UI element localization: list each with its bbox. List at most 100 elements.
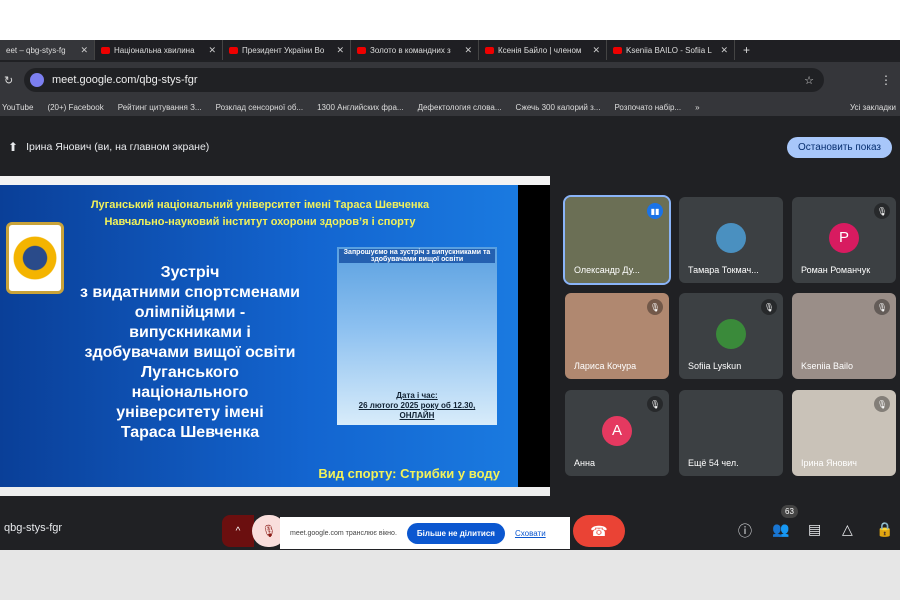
slide-sport: Вид спорту: Стрибки у воду — [318, 466, 500, 481]
participant-name: Тамара Токмач... — [688, 265, 759, 275]
bookmark-item[interactable]: (20+) Facebook — [47, 103, 103, 112]
browser-tab[interactable]: Президент України Во ✕ — [223, 40, 351, 60]
powerpoint-titlebar — [0, 176, 550, 185]
participant-name: Sofiia Lyskun — [688, 361, 742, 371]
participant-name: Лариса Кочура — [574, 361, 637, 371]
slide-header-university: Луганський національний університет імен… — [90, 199, 430, 211]
close-tab-icon[interactable]: ✕ — [80, 45, 88, 56]
browser-tab[interactable]: Національна хвилина ✕ — [95, 40, 223, 60]
toolbar: ↻ meet.google.com/qbg-stys-fgr ☆ ⋮ — [0, 62, 900, 98]
bookmark-item[interactable]: Розпочато набір... — [614, 103, 681, 112]
slide-title-line: Зустріч — [160, 264, 220, 281]
participant-tile[interactable]: 🎙 Sofiia Lyskun — [679, 293, 783, 379]
poster-online: ОНЛАЙН — [399, 411, 435, 420]
reload-icon[interactable]: ↻ — [4, 74, 13, 87]
hide-button[interactable]: Сховати — [515, 529, 546, 538]
site-icon — [30, 73, 44, 87]
participant-tile[interactable]: 🎙 Kseniia Bailo — [792, 293, 896, 379]
youtube-icon — [613, 46, 622, 54]
youtube-icon — [357, 46, 366, 54]
close-tab-icon[interactable]: ✕ — [464, 45, 472, 56]
tab-title: Президент України Во — [242, 45, 325, 55]
speaking-icon: ▮▮ — [647, 203, 663, 219]
stop-sharing-button[interactable]: Більше не ділитися — [406, 522, 505, 544]
bookmark-star-icon[interactable]: ☆ — [804, 74, 814, 87]
mic-off-icon: 🎙 — [647, 396, 663, 412]
present-icon: ⬆ — [8, 140, 19, 154]
bookmark-item[interactable]: Дефектология слова... — [418, 103, 502, 112]
tab-title: eet – qbg-stys-fg — [6, 45, 66, 55]
close-tab-icon[interactable]: ✕ — [208, 45, 216, 56]
participant-tile[interactable]: 🎙 Ірина Янович — [792, 390, 896, 476]
slide-title-line: з видатними спортсменами — [80, 284, 300, 301]
bookmark-item[interactable]: Рейтинг цитування З... — [118, 103, 202, 112]
participant-tile[interactable]: Тамара Токмач... — [679, 197, 783, 283]
chat-icon[interactable]: ▤ — [808, 521, 821, 538]
presentation-banner: ⬆ Ірина Янович (ви, на главном экране) О… — [0, 134, 900, 160]
stop-presenting-button[interactable]: Остановить показ — [787, 137, 892, 158]
audio-options-button[interactable]: ^ — [222, 515, 254, 547]
info-icon[interactable]: ⓘ — [738, 521, 752, 541]
participant-name: Kseniia Bailo — [801, 361, 854, 371]
bookmark-item[interactable]: Сжечь 300 калорий з... — [516, 103, 601, 112]
participant-tile[interactable]: A 🎙 Анна — [565, 390, 669, 476]
sharing-popup: meet.google.com транслює вікно. Більше н… — [280, 517, 570, 549]
close-tab-icon[interactable]: ✕ — [592, 45, 600, 56]
slide-title-line: здобувачами вищої освіти — [84, 344, 296, 361]
slide: Луганський національний університет імен… — [0, 185, 518, 487]
new-tab-button[interactable]: + — [743, 43, 750, 57]
participant-tile[interactable]: P 🎙 Роман Романчук — [792, 197, 896, 283]
avatar: A — [602, 415, 632, 446]
mic-off-icon: 🎙 — [874, 299, 890, 315]
menu-icon[interactable]: ⋮ — [880, 73, 892, 87]
activities-icon[interactable]: △ — [842, 521, 853, 538]
sharing-text: meet.google.com транслює вікно. — [290, 529, 397, 537]
participant-name: Ірина Янович — [801, 458, 857, 468]
participant-name: Ещё 54 чел. — [688, 458, 739, 468]
slide-title-line: випускниками і — [129, 324, 251, 341]
close-tab-icon[interactable]: ✕ — [720, 45, 728, 56]
poster-datetime: 26 лютого 2025 року об 12.30, — [358, 401, 476, 410]
close-tab-icon[interactable]: ✕ — [336, 45, 344, 56]
tab-title: Золото в командних з — [370, 45, 451, 55]
browser-window: eet – qbg-stys-fg ✕ Національна хвилина ✕ Пр… — [0, 40, 900, 550]
avatar: P — [829, 222, 859, 253]
university-logo — [6, 222, 64, 294]
people-icon[interactable]: 👥 — [772, 521, 789, 538]
bookmark-item[interactable]: Розклад сенсорної об... — [216, 103, 303, 112]
youtube-icon — [485, 46, 494, 54]
poster-date-label: Дата і час: — [396, 391, 438, 400]
leave-call-button[interactable]: ☎ — [573, 515, 625, 547]
meet-controls: qbg-stys-fgr ^ 🎙 meet.google.com транслю… — [0, 505, 900, 550]
participant-name: Роман Романчук — [801, 265, 871, 275]
youtube-icon — [101, 46, 110, 54]
bookmark-item[interactable]: » — [695, 103, 699, 112]
slide-title-line: Тараса Шевченка — [120, 424, 260, 441]
mic-off-icon: 🎙 — [874, 396, 890, 412]
address-bar[interactable]: meet.google.com/qbg-stys-fgr ☆ — [24, 68, 824, 92]
browser-tab[interactable]: Золото в командних з ✕ — [351, 40, 479, 60]
mic-off-icon: 🎙 — [647, 299, 663, 315]
avatar — [716, 222, 746, 253]
poster-title: Запрошуємо на зустріч з випускниками та … — [339, 249, 495, 263]
browser-tab[interactable]: Ксенія Байло | членом ✕ — [479, 40, 607, 60]
participant-tile[interactable]: 🎙 Лариса Кочура — [565, 293, 669, 379]
mic-off-icon: 🎙 — [874, 203, 890, 219]
bookmark-item[interactable]: 1300 Английских фра... — [317, 103, 403, 112]
slide-header-institute: Навчально-науковий інститут охорони здор… — [104, 216, 416, 228]
slide-title-line: олімпійцями - — [134, 304, 246, 321]
desktop-background — [0, 550, 900, 600]
participant-tile[interactable]: ▮▮ Олександр Ду... — [563, 195, 671, 285]
browser-tab[interactable]: Kseniia BAILO - Sofiia L ✕ — [607, 40, 735, 60]
participant-name: Анна — [574, 458, 595, 468]
avatar — [716, 318, 746, 349]
powerpoint-statusbar — [0, 487, 550, 496]
browser-tab[interactable]: eet – qbg-stys-fg ✕ — [0, 40, 95, 60]
meeting-code: qbg-stys-fgr — [4, 522, 63, 534]
host-controls-icon[interactable]: 🔒 — [876, 521, 893, 538]
bookmark-item[interactable]: Усі закладки — [850, 103, 896, 112]
event-poster: Запрошуємо на зустріч з випускниками та … — [337, 247, 497, 425]
participant-tile[interactable]: Ещё 54 чел. — [679, 390, 783, 476]
avatar-initial: A — [611, 422, 622, 440]
bookmark-item[interactable]: YouTube — [2, 103, 33, 112]
